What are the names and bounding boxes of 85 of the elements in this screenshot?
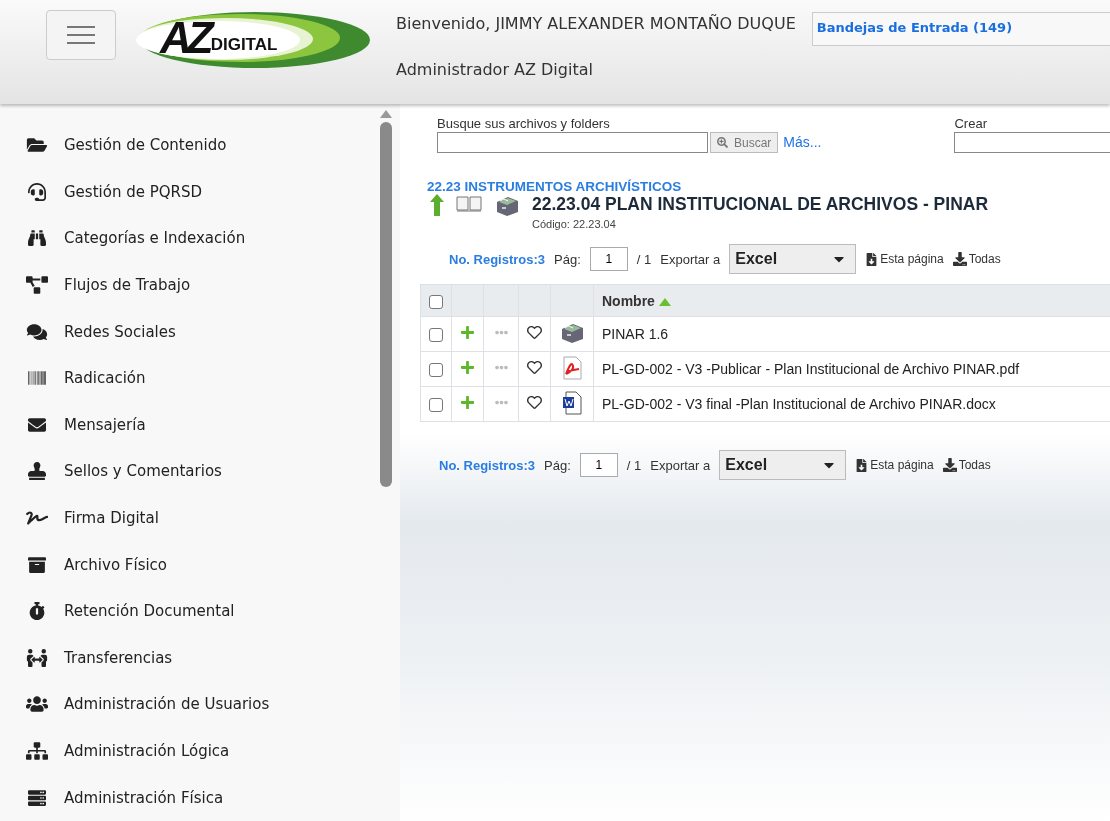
archive-box-icon [26,555,48,574]
stamp-icon [26,462,48,481]
folder-code: Código: 22.23.04 [532,218,617,230]
sidebar-item[interactable]: Categorías e Indexación [26,215,372,262]
page-input[interactable]: 1 [579,453,618,477]
welcome-text: Bienvenido, JIMMY ALEXANDER MONTAÑO DUQUE [396,14,796,33]
file-name[interactable]: PL-GD-002 - V3 final -Plan Institucional de Archivo PINAR.docx [593,386,1110,422]
search-label: Busque sus archivos y folders [437,116,611,132]
up-arrow-icon[interactable] [430,194,444,216]
sidebar-item[interactable]: Gestión de PQRSD [26,168,372,216]
server-icon [26,788,48,807]
scrollbar-thumb[interactable] [380,122,392,487]
chat-icon [26,322,48,341]
row-checkbox[interactable] [429,328,443,343]
sidebar-item[interactable]: Administración Lógica [26,727,372,775]
hierarchy-icon [26,742,48,760]
select-all-checkbox[interactable] [429,294,443,309]
folder-title: 22.23.04 PLAN INSTITUCIONAL DE ARCHIVOS - PINAR [532,194,989,215]
sidebar-item[interactable]: Mensajería [26,401,372,449]
favorite-icon[interactable] [527,325,542,340]
export-all-link[interactable]: Todas [952,252,1001,266]
search-field[interactable] [437,132,708,153]
download-icon [952,252,967,266]
workflow-icon [26,276,48,295]
file-icon [561,355,583,380]
sidebar-item[interactable]: Redes Sociales [26,308,372,355]
binoculars-icon [26,229,48,248]
more-link[interactable]: Más... [783,134,822,150]
page-label: Pág: [544,457,571,473]
search-icon [717,137,728,148]
row-checkbox[interactable] [429,398,443,413]
page-total: / 1 [626,457,642,473]
column-header[interactable]: Nombre [602,292,655,309]
sidebar-item[interactable]: Administración Física [26,774,372,821]
file-name[interactable]: PINAR 1.6 [593,316,1110,352]
record-count: No. Registros:3 [449,251,546,267]
file-download-icon [855,458,869,472]
export-page-link[interactable]: Esta página [855,458,934,472]
user-role: Administrador AZ Digital [396,60,594,79]
menu-button[interactable] [46,10,116,60]
people-icon [26,648,48,667]
barcode-icon [26,369,48,388]
scroll-up-icon[interactable] [380,110,392,118]
signature-icon [26,509,48,528]
page-input[interactable]: 1 [589,247,628,271]
row-checkbox[interactable] [429,363,443,378]
sidebar-item[interactable]: Administración de Usuarios [26,681,372,728]
file-icon [561,390,583,415]
export-format-select[interactable]: Excel [719,450,847,480]
export-format-select[interactable]: Excel [729,244,857,274]
sort-icon[interactable] [658,297,671,306]
users-icon [26,695,48,714]
add-icon[interactable] [460,325,475,340]
export-all-link[interactable]: Todas [942,458,991,472]
file-name[interactable]: PL-GD-002 - V3 -Publicar - Plan Institucional de Archivo PINAR.pdf [593,351,1110,387]
cabinet-icon [494,194,520,218]
sidebar-item[interactable]: Sellos y Comentarios [26,448,372,495]
sidebar-item[interactable]: Archivo Físico [26,541,372,588]
sidebar-item[interactable]: Firma Digital [26,494,372,542]
book-icon[interactable] [456,194,482,212]
sidebar-item[interactable]: Transferencias [26,634,372,682]
inbox-dropdown[interactable]: Bandejas de Entrada (149) [811,12,1110,46]
headset-icon [26,182,48,201]
export-label: Exportar a [650,457,711,473]
breadcrumb-link[interactable]: 22.23 INSTRUMENTOS ARCHIVÍSTICOS [427,179,1110,194]
create-label: Crear [954,116,988,132]
favorite-icon[interactable] [527,360,542,375]
sidebar-item[interactable]: Retención Documental [26,587,372,635]
file-download-icon [865,252,879,266]
record-count: No. Registros:3 [439,457,536,473]
sidebar-item[interactable]: Gestión de Contenido [26,122,372,169]
favorite-icon[interactable] [527,395,542,410]
page-total: / 1 [636,251,652,267]
envelope-icon [26,415,48,434]
add-icon[interactable] [460,360,475,375]
page-label: Pág: [554,251,581,267]
export-label: Exportar a [660,251,721,267]
download-icon [942,458,957,472]
export-page-link[interactable]: Esta página [865,252,944,266]
search-button[interactable]: Buscar [710,132,779,153]
create-field[interactable] [954,132,1110,153]
sidebar-item[interactable]: Flujos de Trabajo [26,261,372,309]
folder-icon [26,136,48,155]
add-icon[interactable] [460,395,475,410]
sidebar-item[interactable]: Radicación [26,354,372,402]
